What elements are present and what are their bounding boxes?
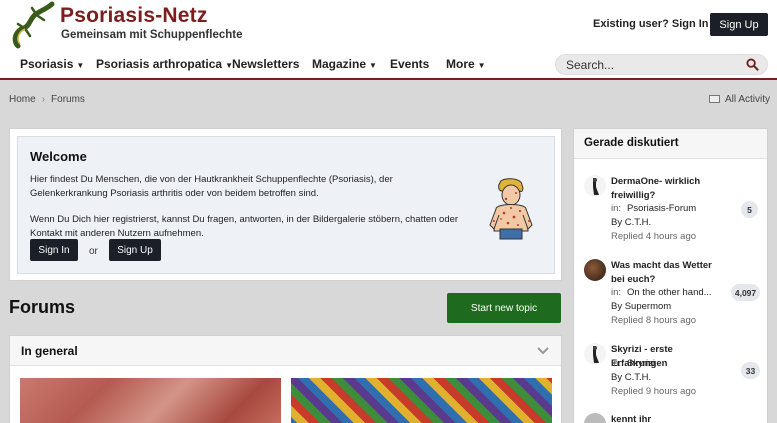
nav-item-psoriasis-arthropatica[interactable]: Psoriasis arthropatica ▼ bbox=[96, 57, 233, 71]
forum-thumbnail-image[interactable] bbox=[20, 378, 281, 423]
topic-forum-line: in: Psoriasis-Forum bbox=[611, 203, 696, 214]
reply-count-badge: 5 bbox=[741, 201, 758, 218]
signin-link-label: Existing user? Sign In bbox=[593, 18, 709, 30]
avatar[interactable] bbox=[584, 413, 606, 423]
widget-header: Gerade diskutiert bbox=[574, 129, 767, 159]
topic-title[interactable]: DermaOne- wirklich freiwillig? bbox=[611, 175, 726, 202]
topic-forum-link[interactable]: On the other hand... bbox=[627, 287, 712, 298]
search-placeholder: Search... bbox=[566, 58, 615, 72]
caret-down-icon: ▼ bbox=[76, 61, 85, 70]
avatar[interactable] bbox=[584, 259, 606, 281]
topic-author[interactable]: By C.T.H. bbox=[611, 217, 651, 228]
topic-forum-link[interactable]: Skyrizi bbox=[627, 358, 655, 369]
search-icon[interactable] bbox=[746, 58, 759, 71]
or-label: or bbox=[89, 246, 98, 257]
existing-user-signin-link[interactable]: Existing user? Sign In▼ bbox=[593, 18, 720, 30]
nav-item-label: Events bbox=[390, 57, 430, 71]
topic-forum-line: in: Skyrizi bbox=[611, 358, 655, 369]
reply-count-badge: 4,097 bbox=[731, 284, 760, 301]
welcome-title: Welcome bbox=[30, 149, 87, 164]
in-label: in: bbox=[611, 358, 622, 369]
nav-item-label: Psoriasis arthropatica bbox=[96, 57, 223, 71]
caret-down-icon: ▼ bbox=[369, 61, 377, 70]
topic-title[interactable]: Was macht das Wetter bei euch? bbox=[611, 259, 726, 286]
site-logo[interactable]: Psoriasis-Netz Gemeinsam mit Schuppenfle… bbox=[8, 0, 243, 50]
forum-category-in-general: In general bbox=[9, 335, 562, 423]
all-activity-link[interactable]: All Activity bbox=[709, 94, 770, 105]
topic-replied-time[interactable]: Replied 9 hours ago bbox=[611, 386, 696, 397]
nav-item-label: Magazine bbox=[312, 57, 367, 71]
breadcrumb: Home › Forums bbox=[9, 94, 85, 105]
forum-thumbnail-image[interactable] bbox=[291, 378, 552, 423]
all-activity-label: All Activity bbox=[725, 94, 771, 105]
welcome-box: Welcome Hier findest Du Menschen, die vo… bbox=[17, 136, 555, 274]
topic-forum-link[interactable]: Psoriasis-Forum bbox=[627, 203, 696, 214]
forums-heading: Forums bbox=[9, 297, 76, 317]
in-label: in: bbox=[611, 203, 622, 214]
welcome-signin-button[interactable]: Sign In bbox=[30, 239, 78, 261]
welcome-text-2: Wenn Du Dich hier registrierst, kannst D… bbox=[30, 214, 459, 239]
start-new-topic-button[interactable]: Start new topic bbox=[447, 293, 561, 323]
logo-title: Psoriasis-Netz bbox=[60, 4, 208, 27]
chevron-right-icon: › bbox=[41, 94, 46, 105]
avatar[interactable] bbox=[584, 175, 606, 197]
nav-item-label: Newsletters bbox=[232, 57, 300, 71]
nav-item-newsletters[interactable]: Newsletters bbox=[232, 57, 299, 71]
topic-title[interactable]: kennt ihr Impfverweigerer - bbox=[611, 413, 726, 423]
category-header: In general bbox=[10, 336, 561, 366]
gerade-diskutiert-widget: Gerade diskutiert DermaOne- wirklich fre… bbox=[573, 128, 768, 423]
nav-item-magazine[interactable]: Magazine ▼ bbox=[312, 57, 377, 71]
topic-forum-line: in: On the other hand... bbox=[611, 287, 712, 298]
breadcrumb-forums[interactable]: Forums bbox=[51, 94, 85, 105]
search-input[interactable]: Search... bbox=[555, 54, 768, 75]
widget-title: Gerade diskutiert bbox=[584, 137, 679, 149]
breadcrumb-home[interactable]: Home bbox=[9, 94, 36, 105]
topic-replied-time[interactable]: Replied 4 hours ago bbox=[611, 231, 696, 242]
header-signup-button[interactable]: Sign Up bbox=[710, 13, 768, 36]
activity-feed-icon bbox=[709, 95, 720, 103]
chevron-down-icon[interactable] bbox=[537, 344, 549, 356]
welcome-signup-button[interactable]: Sign Up bbox=[109, 239, 161, 261]
welcome-text-1: Hier findest Du Menschen, die von der Ha… bbox=[30, 174, 393, 199]
caret-down-icon: ▼ bbox=[477, 61, 486, 70]
nav-item-psoriasis[interactable]: Psoriasis ▼ bbox=[20, 57, 84, 71]
avatar[interactable] bbox=[584, 343, 606, 365]
logo-subtitle: Gemeinsam mit Schuppenflechte bbox=[61, 29, 243, 41]
lizard-logo-icon bbox=[12, 1, 55, 49]
nav-item-events[interactable]: Events bbox=[390, 57, 429, 71]
reply-count-badge: 33 bbox=[741, 362, 760, 379]
welcome-card: Welcome Hier findest Du Menschen, die vo… bbox=[9, 128, 562, 281]
topic-replied-time[interactable]: Replied 8 hours ago bbox=[611, 315, 696, 326]
category-title[interactable]: In general bbox=[21, 344, 78, 358]
nav-item-label: More bbox=[446, 57, 475, 71]
topic-author[interactable]: By Supermom bbox=[611, 301, 671, 312]
nav-item-label: Psoriasis bbox=[20, 57, 74, 71]
topic-author[interactable]: By C.T.H. bbox=[611, 372, 651, 383]
psoriasis-person-illustration-icon bbox=[489, 178, 533, 240]
nav-item-more[interactable]: More ▼ bbox=[446, 57, 486, 71]
main-navigation: Psoriasis ▼ Psoriasis arthropatica ▼ Newsl… bbox=[0, 50, 777, 80]
site-header: Psoriasis-Netz Gemeinsam mit Schuppenfle… bbox=[0, 0, 777, 50]
in-label: in: bbox=[611, 287, 622, 298]
